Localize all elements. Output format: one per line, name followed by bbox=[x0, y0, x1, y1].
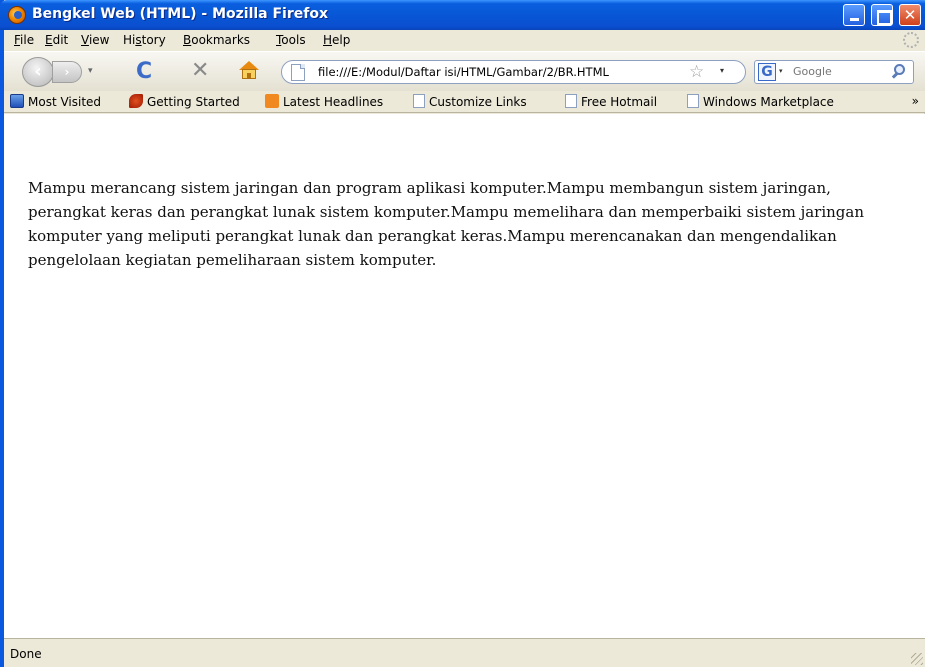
rss-icon bbox=[265, 94, 279, 108]
bookmark-most-visited[interactable]: Most Visited bbox=[10, 94, 101, 109]
bookmark-customize-links[interactable]: Customize Links bbox=[413, 94, 527, 109]
address-bar[interactable]: file:///E:/Modul/Daftar isi/HTML/Gambar/… bbox=[281, 60, 746, 84]
page-icon bbox=[291, 64, 305, 81]
search-bar: G ▾ bbox=[754, 60, 914, 84]
menu-bookmarks[interactable]: Bookmarks bbox=[183, 33, 250, 47]
content-line: Mampu merancang sistem jaringan dan prog… bbox=[28, 179, 831, 197]
content-line: pengelolaan kegiatan pemeliharaan sistem… bbox=[28, 251, 437, 269]
url-history-dropdown[interactable]: ▾ bbox=[720, 66, 724, 75]
reload-button[interactable]: C bbox=[136, 59, 152, 84]
status-text: Done bbox=[10, 647, 42, 661]
minimize-button[interactable] bbox=[843, 4, 865, 26]
content-paragraph: Mampu merancang sistem jaringan dan prog… bbox=[28, 176, 918, 272]
back-button[interactable]: ‹ bbox=[22, 57, 54, 87]
history-dropdown-button[interactable]: ▾ bbox=[88, 66, 93, 76]
close-button[interactable]: ✕ bbox=[899, 4, 921, 26]
menu-history[interactable]: History bbox=[123, 33, 166, 47]
content-line: perangkat keras dan perangkat lunak sist… bbox=[28, 203, 864, 221]
bookmark-star-icon[interactable]: ☆ bbox=[689, 62, 704, 82]
title-bar: Bengkel Web (HTML) - Mozilla Firefox ✕ bbox=[0, 0, 925, 30]
menu-edit[interactable]: Edit bbox=[45, 33, 68, 47]
bookmark-latest-headlines[interactable]: Latest Headlines bbox=[265, 94, 383, 109]
bookmarks-overflow-button[interactable]: » bbox=[912, 94, 919, 108]
menu-help[interactable]: Help bbox=[323, 33, 350, 47]
menu-tools[interactable]: Tools bbox=[276, 33, 306, 47]
stop-button[interactable]: ✕ bbox=[191, 58, 209, 83]
throbber-icon bbox=[903, 32, 919, 48]
menu-bar: File Edit View History Bookmarks Tools H… bbox=[4, 30, 925, 51]
forward-button[interactable]: › bbox=[52, 61, 82, 83]
firefox-logo-icon bbox=[8, 6, 26, 24]
menu-view[interactable]: View bbox=[81, 33, 109, 47]
browser-window: Bengkel Web (HTML) - Mozilla Firefox ✕ F… bbox=[0, 0, 925, 667]
bookmark-getting-started[interactable]: Getting Started bbox=[129, 94, 240, 109]
search-button[interactable] bbox=[891, 62, 911, 82]
bookmarks-toolbar: Most Visited Getting Started Latest Head… bbox=[4, 91, 925, 113]
google-engine-icon[interactable]: G bbox=[758, 63, 776, 81]
home-button[interactable] bbox=[239, 61, 259, 79]
most-visited-icon bbox=[10, 94, 24, 108]
menu-file[interactable]: File bbox=[14, 33, 34, 47]
window-title: Bengkel Web (HTML) - Mozilla Firefox bbox=[32, 6, 328, 22]
content-line: komputer yang meliputi perangkat lunak d… bbox=[28, 227, 837, 245]
bookmark-free-hotmail[interactable]: Free Hotmail bbox=[565, 94, 657, 109]
search-input[interactable] bbox=[793, 65, 889, 78]
search-engine-dropdown[interactable]: ▾ bbox=[779, 67, 783, 75]
back-forward-group: ‹ › ▾ bbox=[22, 57, 114, 87]
status-bar: Done bbox=[4, 638, 925, 667]
navigation-toolbar: ‹ › ▾ C ✕ file:///E:/Modul/Daftar isi/HT… bbox=[4, 51, 925, 91]
page-icon bbox=[565, 94, 577, 108]
page-icon bbox=[413, 94, 425, 108]
resize-grip-icon[interactable] bbox=[911, 653, 923, 665]
firefox-icon bbox=[129, 94, 143, 108]
bookmark-windows-marketplace[interactable]: Windows Marketplace bbox=[687, 94, 834, 109]
url-text[interactable]: file:///E:/Modul/Daftar isi/HTML/Gambar/… bbox=[318, 65, 678, 79]
page-content: Mampu merancang sistem jaringan dan prog… bbox=[4, 114, 925, 638]
maximize-button[interactable] bbox=[871, 4, 893, 26]
page-icon bbox=[687, 94, 699, 108]
